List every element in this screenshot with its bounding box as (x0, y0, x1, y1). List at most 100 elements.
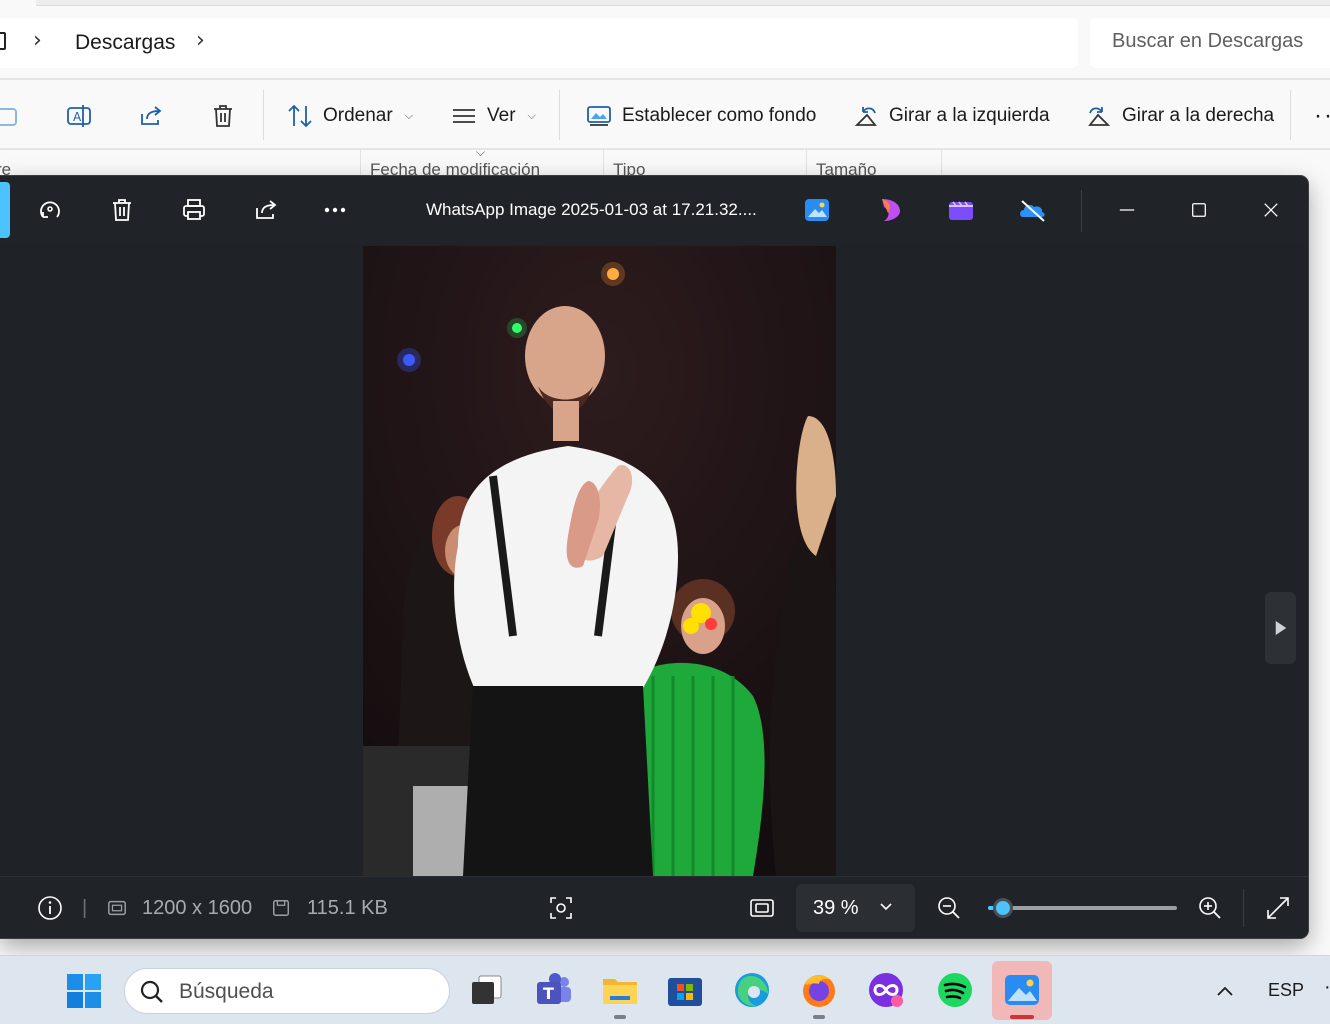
rotate-right-label: Girar a la derecha (1122, 105, 1275, 126)
breadcrumb-descargas[interactable]: Descargas (75, 31, 175, 55)
minimize-button[interactable] (1110, 193, 1144, 227)
running-indicator (614, 1015, 626, 1019)
search-icon (140, 980, 163, 1003)
clipchamp-taskbar-icon[interactable] (866, 970, 906, 1010)
chevron-down-icon: ⌵ (404, 109, 414, 122)
edge-icon[interactable] (732, 970, 772, 1010)
photos-editor-icon[interactable] (802, 195, 832, 225)
copy-button[interactable] (0, 86, 26, 146)
viewer-title: WhatsApp Image 2025-01-03 at 17.21.32...… (426, 200, 757, 219)
info-button[interactable] (37, 895, 63, 921)
save-disk-icon (268, 895, 294, 921)
fit-to-window-button[interactable] (749, 895, 775, 921)
firefox-icon[interactable] (799, 970, 839, 1010)
divider (0, 78, 1330, 80)
print-button[interactable] (177, 193, 211, 227)
sort-icon (288, 104, 312, 128)
taskbar-search-box[interactable] (124, 968, 450, 1014)
zoom-in-icon (1199, 897, 1221, 919)
visual-search-button[interactable] (548, 895, 574, 921)
onedrive-offline-icon[interactable] (1018, 195, 1048, 225)
explorer-search-box[interactable] (1090, 18, 1330, 68)
minimize-icon (1119, 209, 1135, 211)
spotify-icon[interactable] (935, 970, 975, 1010)
sort-label: Ordenar (323, 105, 393, 126)
chevron-down-icon: ⌵ (527, 109, 536, 122)
sort-button[interactable]: Ordenar ⌵ (287, 86, 413, 146)
tab-strip (36, 0, 1330, 6)
close-button[interactable] (1254, 193, 1288, 227)
copy-icon (0, 108, 17, 126)
full-screen-button[interactable] (1265, 895, 1291, 921)
running-indicator (813, 1015, 825, 1019)
tray-overflow[interactable]: · (1324, 976, 1330, 999)
dimensions-icon (104, 895, 130, 921)
gallery-toggle[interactable] (0, 182, 10, 238)
zoom-slider[interactable] (988, 898, 1177, 918)
rotate-button[interactable] (33, 193, 67, 227)
taskbar-search-input[interactable] (179, 980, 429, 1004)
share-icon (141, 106, 162, 125)
view-button[interactable]: Ver ⌵ (451, 86, 536, 146)
expand-icon (1267, 897, 1289, 919)
microsoft-store-icon[interactable] (665, 970, 705, 1010)
chevron-up-icon[interactable] (1214, 980, 1236, 1002)
chevron-down-icon (880, 903, 892, 911)
view-list-icon (453, 109, 475, 123)
trash-icon (113, 199, 131, 221)
delete-button[interactable] (210, 86, 236, 146)
more-options-button[interactable]: ·· (1314, 86, 1330, 146)
close-icon (1264, 203, 1278, 217)
next-image-button[interactable] (1265, 592, 1296, 664)
maximize-button[interactable] (1182, 193, 1216, 227)
svg-text:T: T (543, 984, 554, 1003)
printer-icon (183, 199, 205, 220)
share-icon (256, 200, 277, 219)
share-button[interactable] (138, 86, 164, 146)
rename-button[interactable]: A (66, 86, 92, 146)
image-canvas[interactable] (0, 244, 1308, 876)
divider (263, 90, 264, 140)
set-background-button[interactable]: Establecer como fondo (586, 86, 816, 146)
zoom-value: 39 % (813, 897, 859, 919)
photos-viewer-window: WhatsApp Image 2025-01-03 at 17.21.32...… (0, 176, 1308, 938)
rotate-left-icon (854, 107, 877, 126)
rotate-icon (40, 201, 60, 218)
play-next-icon (1275, 621, 1286, 635)
language-indicator[interactable]: ESP (1268, 980, 1304, 1001)
designer-icon[interactable] (876, 195, 906, 225)
divider (0, 148, 1330, 150)
more-button[interactable] (318, 193, 352, 227)
address-bar[interactable]: › Descargas › (0, 18, 1078, 68)
explorer-search-input[interactable] (1112, 30, 1330, 53)
chevron-right-icon[interactable]: › (33, 28, 42, 53)
rename-icon: A (67, 105, 91, 127)
zoom-out-button[interactable] (936, 895, 962, 921)
taskbar: T ESP · (0, 955, 1330, 1024)
divider (1290, 90, 1291, 140)
clipchamp-icon[interactable] (946, 195, 976, 225)
zoom-dropdown[interactable]: 39 % (796, 884, 915, 932)
file-explorer-icon[interactable] (600, 970, 640, 1010)
share-button[interactable] (249, 193, 283, 227)
file-size: 115.1 KB (307, 897, 388, 919)
teams-icon[interactable]: T (534, 970, 574, 1010)
image-dimensions: 1200 x 1600 (142, 897, 253, 919)
photos-taskbar-icon[interactable] (1002, 970, 1042, 1010)
chevron-right-icon[interactable]: › (196, 28, 205, 53)
rotate-right-button[interactable]: Girar a la derecha (1086, 86, 1274, 146)
zoom-in-button[interactable] (1197, 895, 1223, 921)
active-indicator (1010, 1015, 1034, 1019)
windows-start-icon[interactable] (66, 973, 102, 1009)
rotate-left-button[interactable]: Girar a la izquierda (853, 86, 1050, 146)
photo-illustration (363, 246, 836, 876)
task-view-icon[interactable] (467, 970, 507, 1010)
delete-button[interactable] (105, 193, 139, 227)
rotate-right-icon (1088, 107, 1111, 126)
displayed-photo[interactable] (363, 246, 836, 876)
rotate-left-label: Girar a la izquierda (889, 105, 1050, 126)
set-background-icon (587, 106, 611, 126)
scan-icon (550, 897, 572, 919)
status-separator: | (82, 897, 88, 919)
zoom-slider-thumb[interactable] (993, 898, 1013, 918)
